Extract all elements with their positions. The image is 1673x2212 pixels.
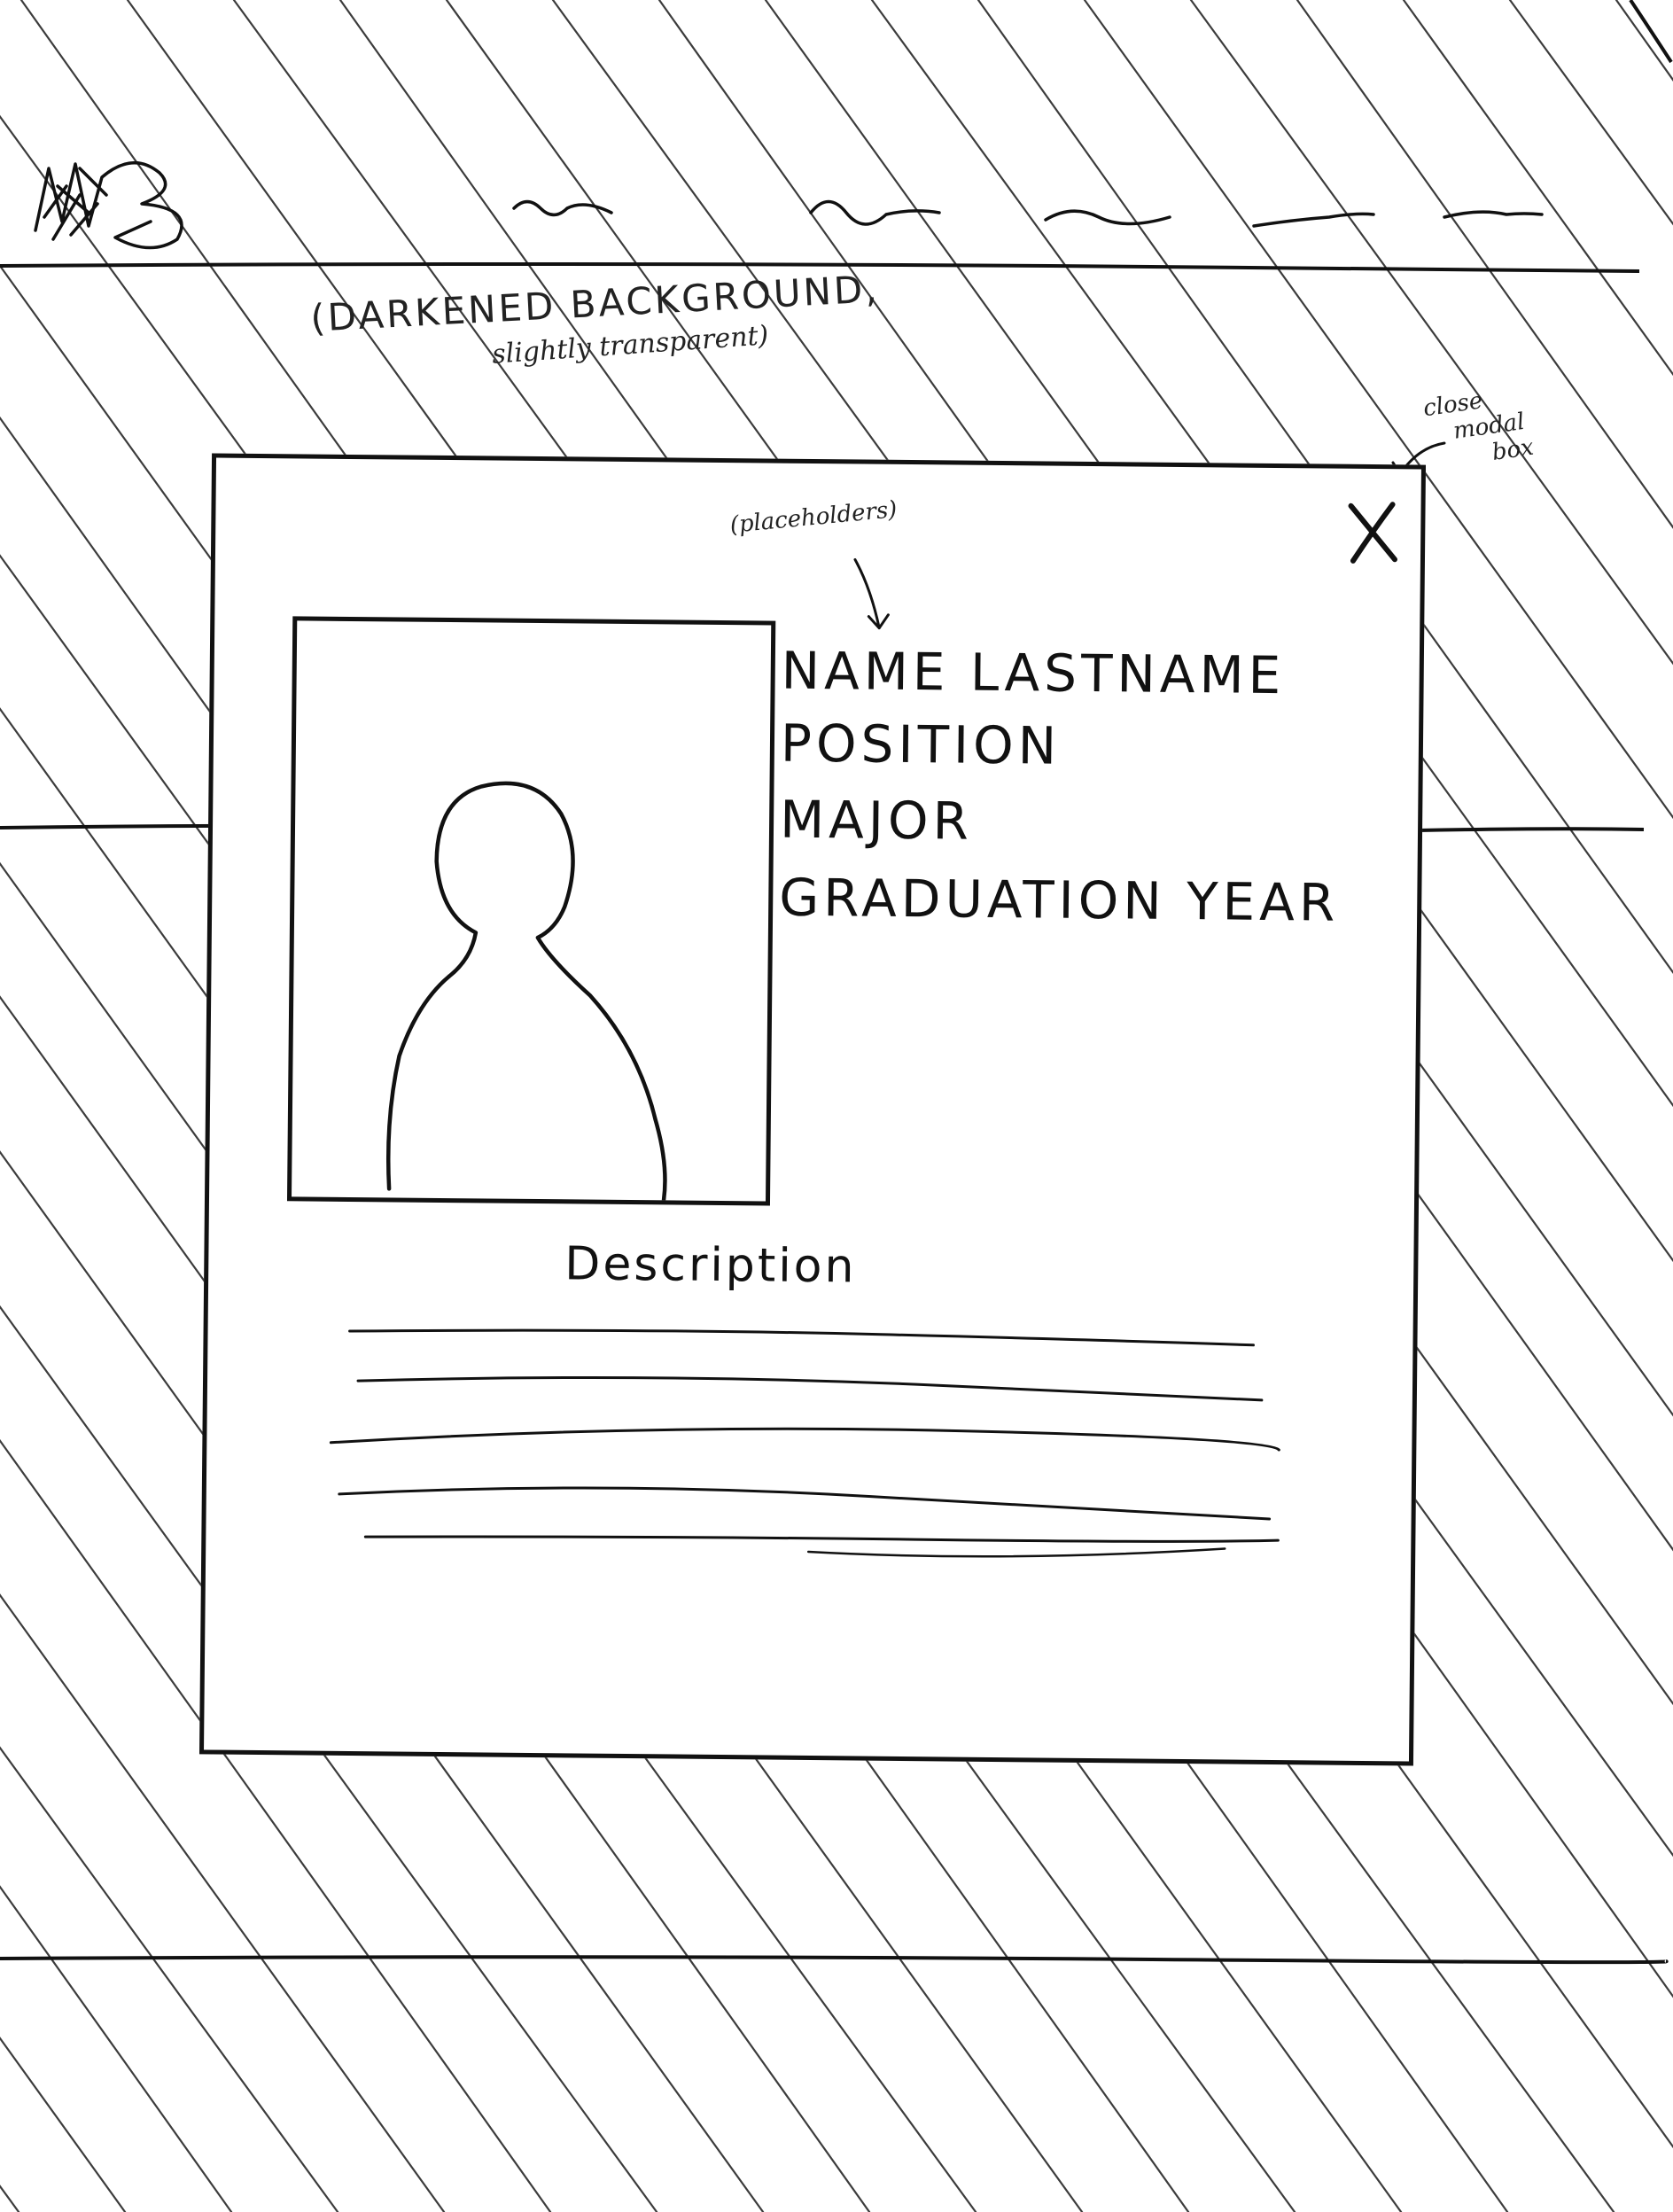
profile-modal: (placeholders) NAME LASTNAME POSITION MA… [198,453,1427,1766]
background-hatch-stroke [0,2037,127,2212]
background-hatch-stroke [1402,0,1673,377]
section-divider-line-right [1417,827,1645,832]
logo-scribble [34,160,183,250]
nav-placeholder-items [512,199,1544,228]
nav-item-5 [1443,210,1544,219]
background-hatch-stroke [0,1885,233,2212]
nav-item-4 [1252,212,1375,228]
description-line-5 [363,1535,1280,1543]
nav-item-2 [809,199,941,226]
description-line-1 [348,1328,1255,1347]
nav-item-1 [512,199,613,217]
description-text-placeholder [329,1328,1280,1558]
background-hatch-stroke [0,2185,20,2212]
description-line-6 [806,1547,1226,1558]
background-hatch-stroke [1615,0,1673,82]
description-line-3 [329,1427,1280,1452]
nav-item-3 [1044,209,1171,226]
description-line-4 [338,1486,1272,1521]
description-line-2 [356,1376,1264,1402]
footer-divider-line [0,1955,1669,1965]
